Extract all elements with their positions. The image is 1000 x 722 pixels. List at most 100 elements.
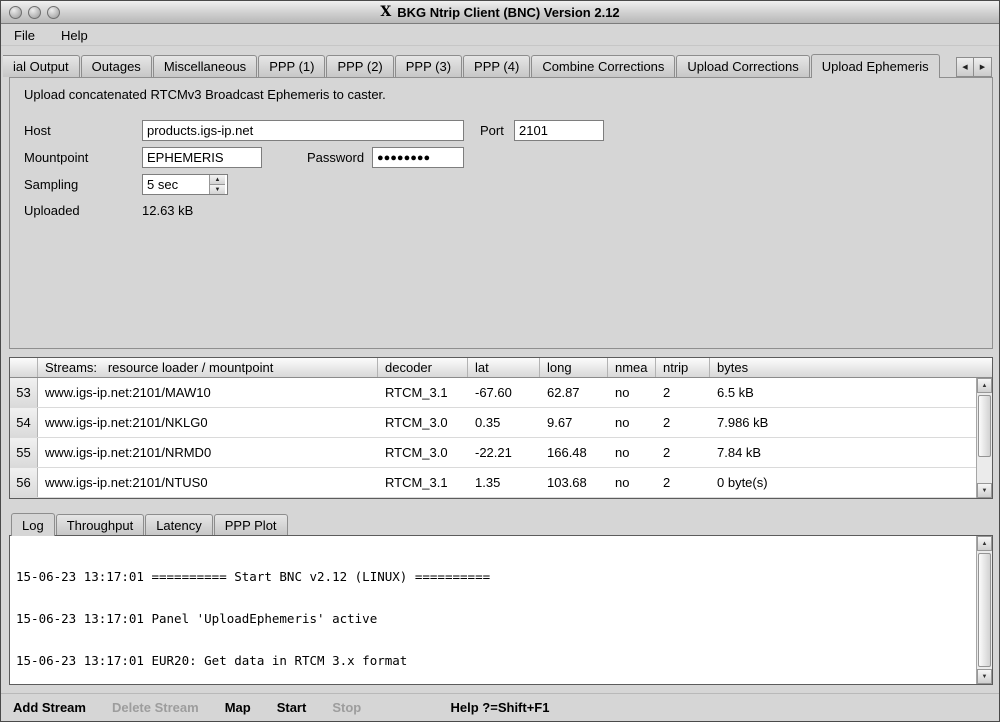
stream-row-54[interactable]: 54 www.igs-ip.net:2101/NKLG0 RTCM_3.0 0.… <box>10 408 976 438</box>
x11-icon: X <box>380 4 391 20</box>
start-button[interactable]: Start <box>277 700 307 715</box>
tab-throughput[interactable]: Throughput <box>56 514 145 535</box>
host-input[interactable] <box>142 120 464 141</box>
sampling-spinbox[interactable]: ▲ ▼ <box>142 174 228 195</box>
mountpoint-input[interactable] <box>142 147 262 168</box>
tab-ppp-4[interactable]: PPP (4) <box>463 55 530 77</box>
cell-ntrip: 2 <box>656 468 710 497</box>
menu-file[interactable]: File <box>11 27 38 44</box>
tab-miscellaneous[interactable]: Miscellaneous <box>153 55 257 77</box>
cell-decoder: RTCM_3.1 <box>378 468 468 497</box>
row-number: 54 <box>10 408 38 437</box>
mountpoint-label: Mountpoint <box>24 147 88 168</box>
cell-lat: -67.60 <box>468 378 540 407</box>
tab-upload-corrections[interactable]: Upload Corrections <box>676 55 809 77</box>
streams-table-header: Streams: resource loader / mountpoint de… <box>10 358 992 378</box>
tab-ppp-1[interactable]: PPP (1) <box>258 55 325 77</box>
password-input[interactable] <box>372 147 464 168</box>
help-shortcut-label: Help ?=Shift+F1 <box>451 700 550 715</box>
delete-stream-button: Delete Stream <box>112 700 199 715</box>
tab-upload-ephemeris[interactable]: Upload Ephemeris <box>811 54 940 78</box>
scrollbar-thumb[interactable] <box>978 395 991 457</box>
title-bar[interactable]: X BKG Ntrip Client (BNC) Version 2.12 <box>1 1 999 24</box>
add-stream-button[interactable]: Add Stream <box>13 700 86 715</box>
cell-lat: 0.35 <box>468 408 540 437</box>
cell-lat: -22.21 <box>468 438 540 467</box>
stop-button: Stop <box>332 700 361 715</box>
tab-serial-output[interactable]: ial Output <box>3 55 80 77</box>
header-long: long <box>540 358 608 377</box>
streams-table: Streams: resource loader / mountpoint de… <box>9 357 993 499</box>
sampling-spin-buttons: ▲ ▼ <box>209 175 225 194</box>
cell-nmea: no <box>608 378 656 407</box>
window-title-area: X BKG Ntrip Client (BNC) Version 2.12 <box>1 1 999 23</box>
uploaded-label: Uploaded <box>24 200 80 221</box>
header-nmea: nmea <box>608 358 656 377</box>
cell-resource: www.igs-ip.net:2101/MAW10 <box>38 378 378 407</box>
cell-nmea: no <box>608 438 656 467</box>
port-input[interactable] <box>514 120 604 141</box>
main-tab-bar: ial Output Outages Miscellaneous PPP (1)… <box>3 54 951 78</box>
log-scrollbar[interactable]: ▲ ▼ <box>976 536 992 684</box>
cell-long: 62.87 <box>540 378 608 407</box>
cell-lat: 1.35 <box>468 468 540 497</box>
cell-resource: www.igs-ip.net:2101/NTUS0 <box>38 468 378 497</box>
password-label: Password <box>307 147 364 168</box>
cell-decoder: RTCM_3.0 <box>378 438 468 467</box>
row-number: 56 <box>10 468 38 497</box>
cell-ntrip: 2 <box>656 378 710 407</box>
cell-bytes: 0 byte(s) <box>710 468 976 497</box>
cell-bytes: 7.84 kB <box>710 438 976 467</box>
streams-scrollbar[interactable]: ▲ ▼ <box>976 378 992 498</box>
tab-outages[interactable]: Outages <box>81 55 152 77</box>
log-line: 15-06-23 13:17:01 EUR20: Get data in RTC… <box>16 654 970 668</box>
window-title: BKG Ntrip Client (BNC) Version 2.12 <box>397 5 619 20</box>
menu-help[interactable]: Help <box>58 27 91 44</box>
status-bar: Add Stream Delete Stream Map Start Stop … <box>1 693 999 721</box>
scroll-up-icon[interactable]: ▲ <box>977 378 992 393</box>
cell-nmea: no <box>608 408 656 437</box>
host-label: Host <box>24 120 51 141</box>
port-label: Port <box>480 120 504 141</box>
header-streams: Streams: resource loader / mountpoint <box>38 358 378 377</box>
row-number: 53 <box>10 378 38 407</box>
header-bytes: bytes <box>710 358 992 377</box>
cell-nmea: no <box>608 468 656 497</box>
sampling-input[interactable] <box>143 175 209 194</box>
stream-row-53[interactable]: 53 www.igs-ip.net:2101/MAW10 RTCM_3.1 -6… <box>10 378 976 408</box>
spin-down-icon[interactable]: ▼ <box>210 184 225 194</box>
tab-scroll-left-icon[interactable]: ◀ <box>956 57 974 77</box>
menu-bar: File Help <box>1 25 999 46</box>
uploaded-value: 12.63 kB <box>142 200 193 221</box>
panel-description: Upload concatenated RTCMv3 Broadcast Eph… <box>24 87 386 102</box>
cell-decoder: RTCM_3.1 <box>378 378 468 407</box>
tab-scroll-buttons: ◀ ▶ <box>956 57 992 77</box>
tab-ppp-plot[interactable]: PPP Plot <box>214 514 288 535</box>
cell-decoder: RTCM_3.0 <box>378 408 468 437</box>
scroll-down-icon[interactable]: ▼ <box>977 483 992 498</box>
map-button[interactable]: Map <box>225 700 251 715</box>
upload-ephemeris-panel: Upload concatenated RTCMv3 Broadcast Eph… <box>9 77 993 349</box>
tab-ppp-3[interactable]: PPP (3) <box>395 55 462 77</box>
stream-row-56[interactable]: 56 www.igs-ip.net:2101/NTUS0 RTCM_3.1 1.… <box>10 468 976 498</box>
scroll-down-icon[interactable]: ▼ <box>977 669 992 684</box>
sampling-label: Sampling <box>24 174 78 195</box>
bottom-tab-bar: Log Throughput Latency PPP Plot <box>11 513 289 536</box>
tab-log[interactable]: Log <box>11 513 55 536</box>
spin-up-icon[interactable]: ▲ <box>210 175 225 184</box>
log-text: 15-06-23 13:17:01 ========== Start BNC v… <box>10 536 976 684</box>
cell-resource: www.igs-ip.net:2101/NRMD0 <box>38 438 378 467</box>
cell-long: 9.67 <box>540 408 608 437</box>
tab-latency[interactable]: Latency <box>145 514 213 535</box>
header-ntrip: ntrip <box>656 358 710 377</box>
header-decoder: decoder <box>378 358 468 377</box>
cell-ntrip: 2 <box>656 438 710 467</box>
scrollbar-thumb[interactable] <box>978 553 991 667</box>
tab-scroll-right-icon[interactable]: ▶ <box>974 57 992 77</box>
cell-long: 103.68 <box>540 468 608 497</box>
stream-row-55[interactable]: 55 www.igs-ip.net:2101/NRMD0 RTCM_3.0 -2… <box>10 438 976 468</box>
tab-ppp-2[interactable]: PPP (2) <box>326 55 393 77</box>
tab-combine-corrections[interactable]: Combine Corrections <box>531 55 675 77</box>
scroll-up-icon[interactable]: ▲ <box>977 536 992 551</box>
log-line: 15-06-23 13:17:01 Panel 'UploadEphemeris… <box>16 612 970 626</box>
